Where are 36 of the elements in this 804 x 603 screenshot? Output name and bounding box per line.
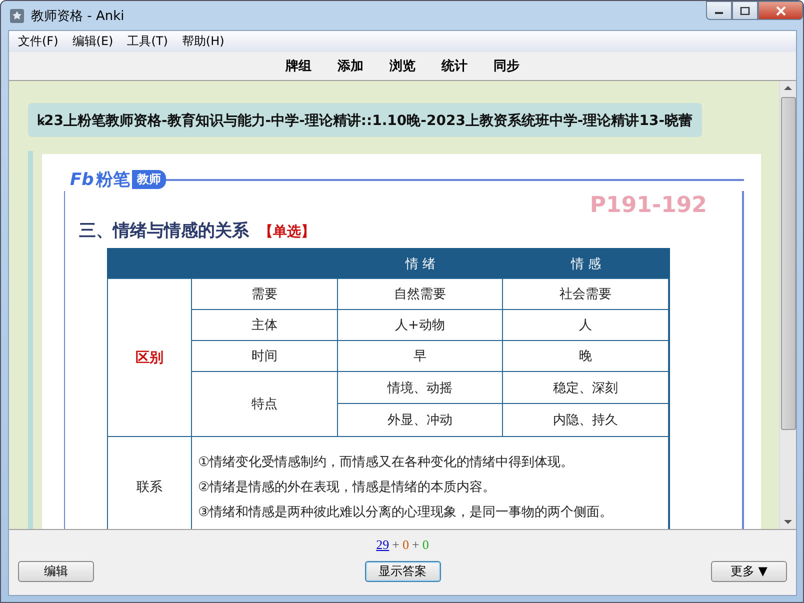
toolbar-link[interactable]: 同步 xyxy=(494,57,520,75)
logo: Fb粉笔 教师 xyxy=(70,168,166,191)
maximize-icon xyxy=(740,6,750,14)
heading: 三、情绪与情感的关系 xyxy=(79,220,249,242)
close-button[interactable] xyxy=(758,1,803,20)
due-count: 0 xyxy=(402,537,409,553)
footer-button[interactable]: 显示答案 xyxy=(364,561,440,582)
menu-item[interactable]: 文件(F) xyxy=(11,33,66,50)
column-header: 情 绪 xyxy=(338,249,503,279)
table-text: ①情绪变化受情感制约，而情感又在各种变化的情绪中得到体现。 xyxy=(198,454,574,470)
toolbar-link[interactable]: 统计 xyxy=(442,57,468,75)
toolbar-link[interactable]: 牌组 xyxy=(286,57,312,75)
menu-item[interactable]: 工具(T) xyxy=(120,33,175,50)
deck-path: ꝃ23上粉笔教师资格-教育知识与能力-中学-理论精讲::1.10晚-2023上教资系统班中学-理论精讲13-晓蕾 xyxy=(28,103,702,137)
toolbar-link[interactable]: 浏览 xyxy=(390,57,416,75)
table-text: ②情绪是情感的外在表现，情感是情绪的本质内容。 xyxy=(198,478,496,496)
question-type: 【单选】 xyxy=(259,223,315,241)
table-cell: 区别 xyxy=(107,278,192,437)
due-count: + xyxy=(412,537,420,553)
footer-button[interactable]: 更多 ▼ xyxy=(711,561,787,582)
table-cell: 社会需要 xyxy=(502,278,669,310)
menu-item[interactable]: 编辑(E) xyxy=(65,33,120,50)
toolbar-link[interactable]: 添加 xyxy=(338,57,364,75)
close-icon xyxy=(774,6,786,16)
menu-item[interactable]: 帮助(H) xyxy=(174,33,232,50)
minimize-button[interactable] xyxy=(706,1,732,20)
scrollbar[interactable] xyxy=(779,81,796,529)
page-range: P191-192 xyxy=(590,193,707,218)
window-title: 教师资格 - Anki xyxy=(31,8,124,24)
due-count: 0 xyxy=(422,537,429,553)
column-header: 情 感 xyxy=(503,249,669,279)
maximize-button[interactable] xyxy=(732,1,758,20)
due-count: + xyxy=(392,537,400,553)
due-count: 29 xyxy=(376,537,390,553)
footer-button[interactable]: 编辑 xyxy=(18,561,94,582)
table-text: ③情绪和情感是两种彼此难以分离的心理现象，是同一事物的两个侧面。 xyxy=(198,504,613,520)
